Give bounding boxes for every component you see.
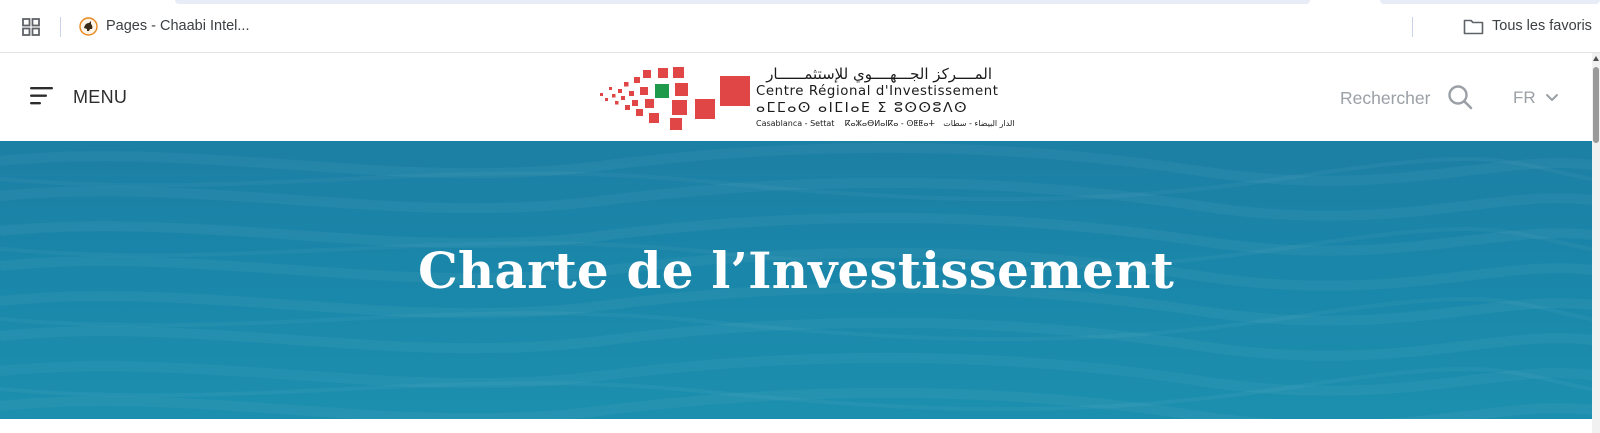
bookmarks-separator — [60, 17, 61, 37]
search-label: Rechercher — [1340, 88, 1431, 108]
site-header: MENU المــــركز الجـــهــــوي للإستثمـــ… — [0, 53, 1592, 141]
logo-arabic-name: المــــركز الجـــهــــوي للإستثمــــــار — [766, 65, 992, 83]
scroll-up-arrow-icon[interactable] — [1593, 55, 1599, 63]
bookmark-label: Pages - Chaabi Intel... — [106, 18, 250, 34]
site-logo[interactable]: المــــركز الجـــهــــوي للإستثمــــــار… — [600, 65, 1015, 131]
grid-icon[interactable] — [22, 18, 40, 36]
hamburger-icon — [30, 87, 53, 105]
language-label: FR — [1513, 88, 1536, 107]
bookmarks-bar: Pages - Chaabi Intel... Tous les favoris — [0, 0, 1600, 53]
all-bookmarks-label: Tous les favoris — [1492, 18, 1592, 34]
logo-region-tifinagh: ⴽⴰⵣⴰⴱⵍⴰⵏⴽⴰ - ⵙⵟⵟⴰⵜ — [844, 119, 935, 128]
logo-tifinagh-name: ⴰⵎⵎⴰⵙ ⴰⵏⵎⵏⴰⴹ ⵉ ⵓⵙⵙⵓⴷⵙ — [756, 100, 969, 116]
omnibox-edge — [175, 0, 1310, 4]
content-area — [0, 419, 1592, 433]
page-scrollbar[interactable] — [1592, 53, 1600, 433]
folder-icon — [1463, 19, 1484, 35]
logo-region-ar: الدار البيضاء - سطات — [943, 119, 1015, 128]
chevron-down-icon — [1546, 94, 1558, 101]
search-button[interactable]: Rechercher — [1340, 83, 1475, 113]
menu-button[interactable]: MENU — [30, 83, 140, 111]
logo-mark — [600, 67, 750, 130]
logo-french-name: Centre Régional d'Investissement — [756, 84, 999, 99]
hero-banner: Charte de l’Investissement — [0, 141, 1592, 419]
logo-region-fr: Casablanca - Settat — [756, 119, 835, 128]
language-selector[interactable]: FR — [1513, 87, 1563, 111]
bookmarks-separator — [1412, 17, 1413, 37]
scrollbar-thumb[interactable] — [1593, 67, 1599, 143]
chaabi-favicon-icon — [79, 17, 98, 36]
logo-text: المــــركز الجـــهــــوي للإستثمــــــار… — [756, 65, 1015, 131]
omnibox-edge-right — [1380, 0, 1600, 4]
page-title: Charte de l’Investissement — [417, 241, 1175, 300]
search-icon — [1448, 85, 1473, 110]
logo-region-line: Casablanca - Settat ⴽⴰⵣⴰⴱⵍⴰⵏⴽⴰ - ⵙⵟⵟⴰⵜ ا… — [756, 119, 1015, 128]
menu-label: MENU — [73, 87, 128, 107]
